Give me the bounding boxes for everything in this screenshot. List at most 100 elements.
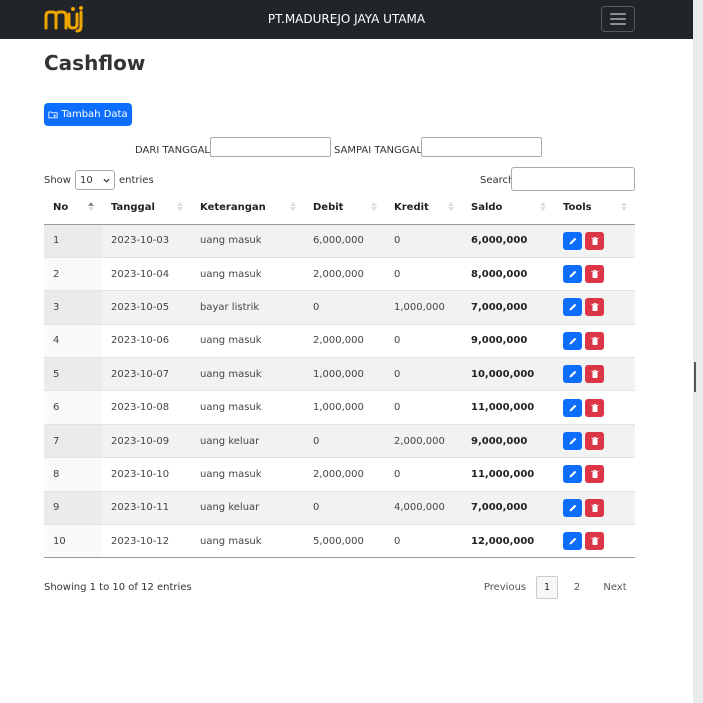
edit-pencil-icon bbox=[568, 336, 578, 346]
cell-kredit: 0 bbox=[385, 357, 462, 391]
column-header-tools[interactable]: Tools bbox=[554, 191, 635, 225]
to-date-input[interactable] bbox=[421, 137, 542, 157]
delete-trash-icon bbox=[590, 403, 600, 413]
cell-debit: 0 bbox=[304, 290, 385, 325]
edit-button[interactable] bbox=[563, 465, 582, 484]
cell-no: 4 bbox=[44, 323, 102, 358]
cell-kredit: 0 bbox=[385, 323, 462, 358]
column-header-tanggal[interactable]: Tanggal bbox=[102, 191, 191, 225]
delete-button[interactable] bbox=[585, 365, 604, 384]
table-row: 9 2023-10-11 uang keluar 0 4,000,000 7,000,00… bbox=[44, 490, 635, 525]
cell-no: 1 bbox=[44, 224, 102, 258]
cell-tools bbox=[554, 524, 635, 559]
cell-tanggal: 2023-10-07 bbox=[102, 357, 191, 391]
edit-button[interactable] bbox=[563, 365, 582, 384]
cell-saldo: 7,000,000 bbox=[462, 290, 554, 325]
edit-pencil-icon bbox=[568, 503, 578, 513]
cell-tools bbox=[554, 490, 635, 525]
edit-button[interactable] bbox=[563, 532, 582, 551]
from-date-label: DARI TANGGAL: bbox=[135, 145, 214, 156]
cell-kredit: 0 bbox=[385, 256, 462, 291]
edit-pencil-icon bbox=[568, 536, 578, 546]
sort-icon bbox=[290, 202, 296, 211]
cell-keterangan: bayar listrik bbox=[191, 290, 304, 325]
cell-tanggal: 2023-10-04 bbox=[102, 256, 191, 291]
edit-button[interactable] bbox=[563, 265, 582, 284]
cell-debit: 2,000,000 bbox=[304, 457, 385, 492]
delete-trash-icon bbox=[590, 269, 600, 279]
delete-button[interactable] bbox=[585, 498, 604, 517]
edit-button[interactable] bbox=[563, 498, 582, 517]
delete-trash-icon bbox=[590, 469, 600, 479]
cell-debit: 0 bbox=[304, 423, 385, 458]
delete-button[interactable] bbox=[585, 532, 604, 551]
cell-debit: 1,000,000 bbox=[304, 357, 385, 391]
cell-debit: 1,000,000 bbox=[304, 390, 385, 425]
cell-tanggal: 2023-10-06 bbox=[102, 323, 191, 358]
cell-debit: 0 bbox=[304, 490, 385, 525]
cell-tools bbox=[554, 457, 635, 492]
page-1-button[interactable]: 1 bbox=[536, 576, 558, 599]
page-scrollbar[interactable] bbox=[693, 0, 703, 703]
cell-debit: 2,000,000 bbox=[304, 256, 385, 291]
table-row: 2 2023-10-04 uang masuk 2,000,000 0 8,000,000 bbox=[44, 256, 635, 291]
cell-no: 8 bbox=[44, 457, 102, 492]
edit-pencil-icon bbox=[568, 403, 578, 413]
edit-pencil-icon bbox=[568, 369, 578, 379]
top-navbar: PT.MADUREJO JAYA UTAMA bbox=[0, 0, 693, 39]
cell-saldo: 12,000,000 bbox=[462, 524, 554, 559]
brand-logo[interactable] bbox=[44, 6, 84, 34]
edit-pencil-icon bbox=[568, 269, 578, 279]
entries-select[interactable]: 10 bbox=[74, 170, 115, 190]
show-label: Show bbox=[44, 174, 71, 186]
delete-button[interactable] bbox=[585, 231, 604, 250]
column-header-kredit[interactable]: Kredit bbox=[385, 191, 462, 225]
edit-button[interactable] bbox=[563, 432, 582, 451]
page-2-button[interactable]: 2 bbox=[566, 576, 588, 599]
delete-button[interactable] bbox=[585, 432, 604, 451]
sort-icon bbox=[448, 202, 454, 211]
table-row: 1 2023-10-03 uang masuk 6,000,000 0 6,000,000 bbox=[44, 224, 635, 258]
delete-button[interactable] bbox=[585, 331, 604, 350]
delete-trash-icon bbox=[590, 436, 600, 446]
delete-button[interactable] bbox=[585, 398, 604, 417]
table-row: 8 2023-10-10 uang masuk 2,000,000 0 11,000,00… bbox=[44, 457, 635, 492]
cell-keterangan: uang masuk bbox=[191, 457, 304, 492]
add-data-button[interactable]: Tambah Data bbox=[44, 103, 132, 126]
edit-pencil-icon bbox=[568, 436, 578, 446]
column-header-no[interactable]: No bbox=[44, 191, 102, 225]
delete-button[interactable] bbox=[585, 298, 604, 317]
sort-icon bbox=[540, 202, 546, 211]
cell-kredit: 2,000,000 bbox=[385, 423, 462, 458]
edit-pencil-icon bbox=[568, 302, 578, 312]
delete-button[interactable] bbox=[585, 265, 604, 284]
cell-tanggal: 2023-10-08 bbox=[102, 390, 191, 425]
edit-button[interactable] bbox=[563, 331, 582, 350]
navbar-toggle-button[interactable] bbox=[601, 6, 635, 32]
delete-button[interactable] bbox=[585, 465, 604, 484]
cell-tanggal: 2023-10-05 bbox=[102, 290, 191, 325]
cell-tools bbox=[554, 323, 635, 358]
from-date-input[interactable] bbox=[210, 137, 331, 157]
column-header-keterangan[interactable]: Keterangan bbox=[191, 191, 304, 225]
cell-tools bbox=[554, 357, 635, 391]
column-header-debit[interactable]: Debit bbox=[304, 191, 385, 225]
edit-button[interactable] bbox=[563, 231, 582, 250]
cell-no: 10 bbox=[44, 524, 102, 559]
delete-trash-icon bbox=[590, 302, 600, 312]
next-page-button[interactable]: Next bbox=[600, 576, 630, 599]
table-row: 3 2023-10-05 bayar listrik 0 1,000,000 7,000,… bbox=[44, 290, 635, 325]
table-row: 6 2023-10-08 uang masuk 1,000,000 0 11,000,00… bbox=[44, 390, 635, 425]
edit-pencil-icon bbox=[568, 236, 578, 246]
table-row: 7 2023-10-09 uang keluar 0 2,000,000 9,000,00… bbox=[44, 423, 635, 458]
page-title: Cashflow bbox=[44, 51, 146, 75]
previous-page-button[interactable]: Previous bbox=[482, 576, 528, 599]
hamburger-icon bbox=[610, 13, 626, 15]
search-input[interactable] bbox=[511, 167, 635, 191]
edit-button[interactable] bbox=[563, 398, 582, 417]
edit-button[interactable] bbox=[563, 298, 582, 317]
chevron-down-icon bbox=[103, 178, 110, 183]
column-header-saldo[interactable]: Saldo bbox=[462, 191, 554, 225]
cell-debit: 5,000,000 bbox=[304, 524, 385, 559]
cell-tools bbox=[554, 423, 635, 458]
